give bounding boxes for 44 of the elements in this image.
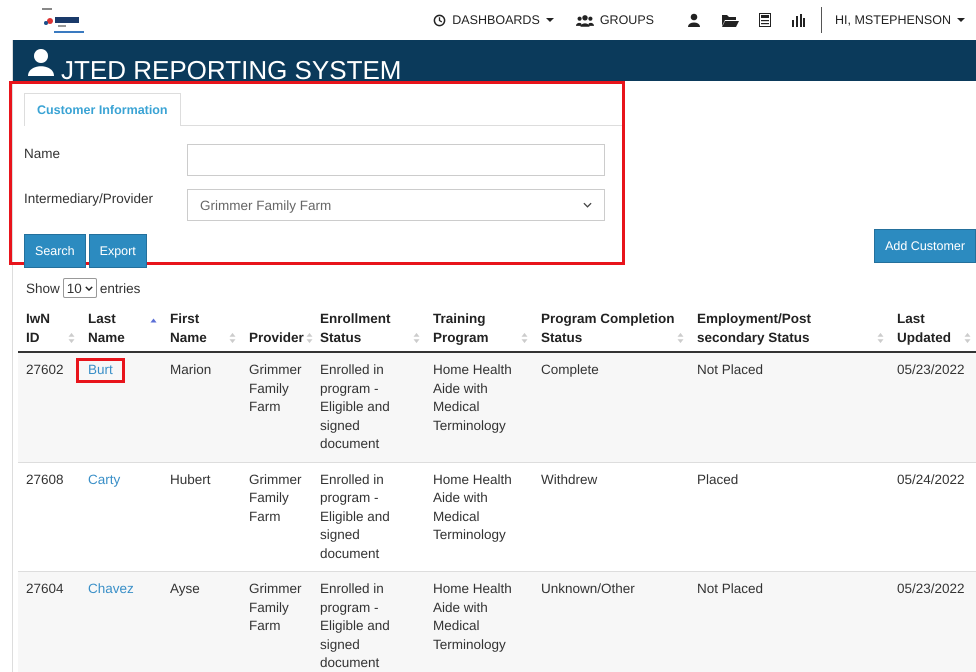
table-cell: 27608: [26, 472, 64, 486]
field-label: Intermediary/Provider: [24, 190, 154, 206]
provider-dropdown[interactable]: Grimmer Family Farm: [187, 189, 605, 221]
table-cell: Hubert: [170, 472, 211, 486]
chevron-down-icon: [583, 202, 592, 208]
table-cell: Withdrew: [541, 472, 598, 486]
table-cell: Enrolled in program - Eligible and signed document: [320, 362, 390, 451]
user-menu[interactable]: HI, MSTEPHENSON: [824, 13, 976, 27]
page-title: JTED REPORTING SYSTEM: [61, 57, 402, 83]
add-customer-button[interactable]: Add Customer: [874, 229, 976, 263]
table-cell: Home Health Aide with Medical Terminology: [433, 581, 512, 652]
table-cell: Complete: [541, 362, 599, 377]
chevron-down-icon: [84, 286, 93, 290]
table-cell: Home Health Aide with Medical Terminology: [433, 472, 512, 542]
table-cell: Ayse: [170, 581, 200, 596]
last-name-link[interactable]: Carty: [76, 468, 132, 492]
group-icon: [576, 14, 594, 26]
name-input[interactable]: [187, 144, 605, 176]
table-cell: Not Placed: [697, 581, 764, 596]
table-cell: Enrolled in program - Eligible and signed document: [320, 581, 390, 670]
table-cell: 05/24/2022: [897, 472, 965, 486]
table-cell: Home Health Aide with Medical Terminology: [433, 362, 512, 432]
entries-dropdown[interactable]: 10: [62, 278, 97, 298]
table-cell: Grimmer Family Farm: [249, 472, 302, 524]
table-cell: Enrolled in program - Eligible and signed document: [320, 472, 390, 560]
table-cell: 05/23/2022: [897, 581, 965, 596]
table-cell: 27602: [26, 362, 64, 377]
user-icon: [27, 48, 55, 76]
nav-menu-link[interactable]: GROUPS: [564, 13, 677, 27]
table-cell: Placed: [697, 472, 738, 486]
show-label: Show: [26, 280, 60, 296]
table-cell: Marion: [170, 362, 212, 377]
search-button[interactable]: Search: [24, 234, 86, 268]
table-cell: 05/23/2022: [897, 362, 965, 377]
table-cell: Unknown/Other: [541, 581, 635, 596]
table-cell: Grimmer Family Farm: [249, 362, 302, 414]
table-cell: 27604: [26, 581, 64, 596]
clock-icon: [433, 14, 446, 26]
field-label: Name: [24, 145, 62, 161]
export-button[interactable]: Export: [88, 234, 147, 268]
table-cell: Not Placed: [697, 362, 764, 377]
table-cell: Grimmer Family Farm: [249, 581, 302, 633]
nav-menu-link[interactable]: DASHBOARDS: [422, 13, 565, 27]
entries-label: entries: [100, 280, 140, 296]
